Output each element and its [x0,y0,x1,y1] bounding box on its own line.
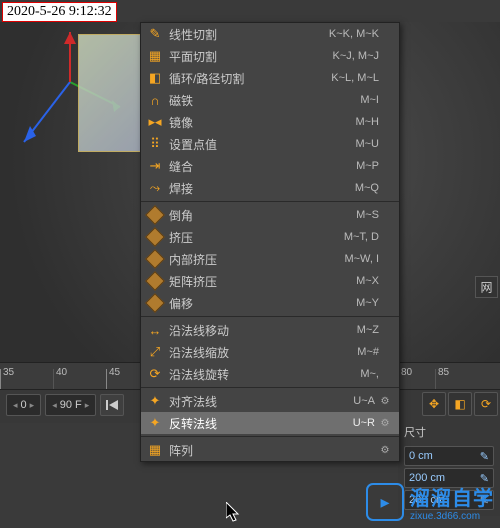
scale-tool-icon[interactable]: ◧ [448,392,472,416]
menu-item-matrix-extrude[interactable]: 矩阵挤压M~X [141,270,399,292]
menu-separator [141,316,399,317]
plane-icon: ▦ [141,45,169,67]
move-icon: ↔ [141,319,169,341]
menu-item-extrude[interactable]: 挤压M~T, D [141,226,399,248]
mirror-icon: ▸◂ [141,111,169,133]
rotate-icon: ⟳ [141,363,169,385]
loop-icon: ◧ [141,67,169,89]
size-x-field[interactable]: 0 cm✎ [404,446,494,466]
menu-item-bevel[interactable]: 倒角M~S [141,204,399,226]
menu-item-scale-normal[interactable]: ⤢沿法线缩放M~# [141,341,399,363]
watermark: ▸ 溜溜自学 zixue.3d66.com [366,482,494,522]
timeline-tick: 40 [53,369,106,389]
scale-icon: ⤢ [141,341,169,363]
timestamp-box: 2020-5-26 9:12:32 [2,2,117,22]
normals-icon: ✦ [141,390,169,412]
points-icon: ⠿ [141,133,169,155]
gear-icon[interactable]: ⚙ [379,418,391,429]
weld-icon: ⤳ [141,177,169,199]
rotate-tool-icon[interactable]: ⟳ [474,392,498,416]
menu-item-move-normal[interactable]: ↔沿法线移动M~Z [141,319,399,341]
play-icon: ▸ [366,483,404,521]
menu-separator [141,436,399,437]
gear-icon[interactable]: ⚙ [379,396,391,407]
menu-item-magnet[interactable]: ∩磁铁M~I [141,89,399,111]
menu-item-inner-extrude[interactable]: 内部挤压M~W, I [141,248,399,270]
knife-icon: ✎ [141,23,169,45]
stitch-icon: ⇥ [141,155,169,177]
menu-item-weld[interactable]: ⤳焊接M~Q [141,177,399,199]
menu-item-offset[interactable]: 偏移M~Y [141,292,399,314]
timeline-tick: 85 [435,369,472,389]
menu-separator [141,201,399,202]
menu-item-align-normals[interactable]: ✦对齐法线U~A⚙ [141,390,399,412]
array-icon: ▦ [141,439,169,461]
normals-icon: ✦ [141,412,169,434]
watermark-url: zixue.3d66.com [410,511,494,522]
cube-icon [141,204,169,226]
magnet-icon: ∩ [141,89,169,111]
menu-item-mirror[interactable]: ▸◂镜像M~H [141,111,399,133]
context-menu: ✎线性切割K~K, M~K ▦平面切割K~J, M~J ◧循环/路径切割K~L,… [140,22,400,462]
move-tool-icon[interactable]: ✥ [422,392,446,416]
menu-item-set-point[interactable]: ⠿设置点值M~U [141,133,399,155]
menu-item-loop-cut[interactable]: ◧循环/路径切割K~L, M~L [141,67,399,89]
scene-object-plane[interactable] [78,34,146,152]
menu-item-reverse-normals[interactable]: ✦反转法线U~R⚙ [141,412,399,434]
size-label: 尺寸 [398,420,500,444]
transform-tools: ✥ ◧ ⟳ [422,392,498,416]
cube-icon [141,292,169,314]
current-frame-field[interactable]: ◂90 F▸ [45,394,96,416]
timeline-tick: 35 [0,369,53,389]
watermark-title: 溜溜自学 [410,482,494,511]
menu-item-line-cut[interactable]: ✎线性切割K~K, M~K [141,23,399,45]
mouse-cursor [226,502,244,524]
cube-icon [141,248,169,270]
start-frame-field[interactable]: ◂0▸ [6,394,41,416]
goto-start-button[interactable] [100,394,124,416]
cube-icon [141,270,169,292]
right-tab-mesh[interactable]: 网 [475,276,498,298]
timeline-ruler-right[interactable]: 80 85 [398,362,500,389]
menu-item-rotate-normal[interactable]: ⟳沿法线旋转M~, [141,363,399,385]
gear-icon[interactable]: ⚙ [379,445,391,456]
menu-separator [141,387,399,388]
cube-icon [141,226,169,248]
menu-item-plane-cut[interactable]: ▦平面切割K~J, M~J [141,45,399,67]
menu-item-array[interactable]: ▦阵列⚙ [141,439,399,461]
menu-item-stitch[interactable]: ⇥缝合M~P [141,155,399,177]
timeline-tick: 80 [398,369,435,389]
